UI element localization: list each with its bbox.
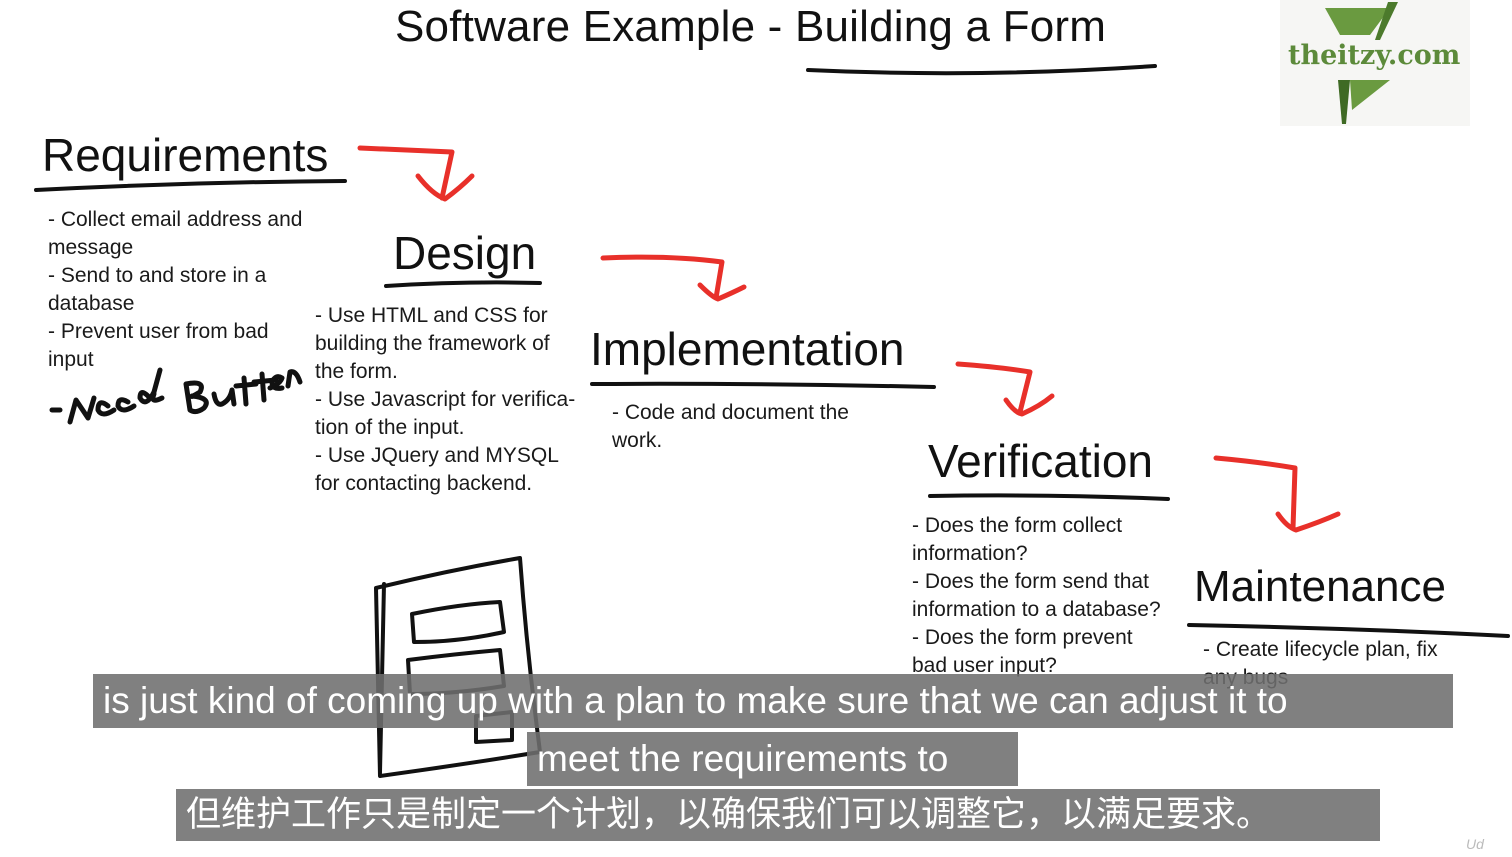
list-item: - Code and document the — [612, 401, 849, 424]
verification-list: - Does the form collect information? - D… — [912, 512, 1180, 680]
list-item: - Does the form send that — [912, 570, 1149, 593]
maintenance-heading: Maintenance — [1194, 562, 1446, 611]
arrow-implementation-to-verification — [955, 361, 1055, 417]
list-item: information to a database? — [912, 598, 1161, 621]
verification-underline — [928, 493, 1170, 501]
list-item: - Use HTML and CSS for — [315, 304, 548, 327]
design-heading: Design — [393, 227, 537, 279]
list-item: for contacting backend. — [315, 472, 533, 495]
subtitle-line-3-chinese: 但维护工作只是制定一个计划，以确保我们可以调整它，以满足要求。 — [176, 789, 1380, 841]
requirements-list: - Collect email address and message - Se… — [48, 206, 323, 374]
verification-heading: Verification — [928, 435, 1154, 487]
list-item: - Send to and store in a — [48, 264, 267, 287]
subtitle-line-2: meet the requirements to — [527, 732, 1018, 786]
implementation-heading: Implementation — [590, 323, 905, 375]
form-sketch — [374, 556, 542, 778]
title-underline — [806, 64, 1157, 76]
design-list: - Use HTML and CSS for building the fram… — [315, 302, 587, 498]
list-item: - Create lifecycle plan, fix — [1203, 638, 1438, 661]
implementation-underline — [590, 381, 936, 389]
slide-canvas: Software Example - Building a Form theit… — [0, 0, 1512, 857]
list-item: - Collect email address and — [48, 208, 303, 231]
list-item: input — [48, 348, 94, 371]
arrow-requirements-to-design — [357, 145, 475, 202]
requirements-underline — [34, 179, 347, 192]
list-item: - Does the form collect — [912, 514, 1123, 537]
list-item: - Use JQuery and MYSQL — [315, 444, 559, 467]
list-item: the form. — [315, 360, 398, 383]
list-item: message — [48, 236, 134, 259]
list-item: - Prevent user from bad — [48, 320, 269, 343]
list-item: database — [48, 292, 135, 315]
list-item: building the framework of — [315, 332, 550, 355]
arrow-design-to-implementation — [600, 254, 747, 302]
design-underline — [384, 280, 542, 288]
list-item: - Does the form prevent — [912, 626, 1133, 649]
watermark: Ud — [1466, 836, 1484, 852]
list-item: work. — [612, 429, 663, 452]
maintenance-underline — [1187, 623, 1510, 638]
implementation-list: - Code and document the work. — [612, 399, 877, 455]
subtitle-line-1: is just kind of coming up with a plan to… — [93, 674, 1453, 728]
list-item: tion of the input. — [315, 416, 465, 439]
list-item: information? — [912, 542, 1028, 565]
requirements-heading: Requirements — [42, 129, 329, 181]
arrow-verification-to-maintenance — [1213, 455, 1341, 533]
handwritten-needs-button — [49, 367, 303, 425]
list-item: - Use Javascript for verifica- — [315, 388, 576, 411]
